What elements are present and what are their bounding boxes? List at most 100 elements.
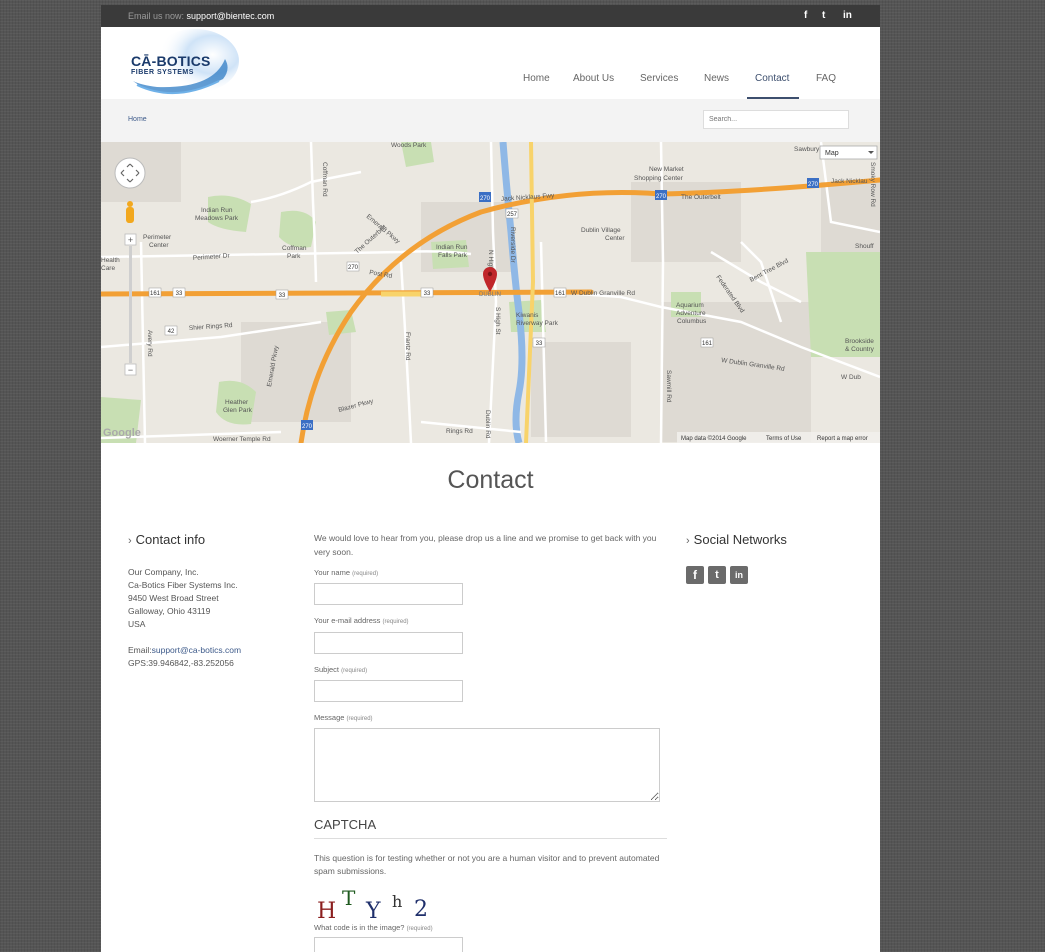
company-name: Ca-Botics Fiber Systems Inc. — [128, 580, 238, 590]
map-label: Rings Rd — [446, 428, 473, 435]
captcha-char: h — [392, 892, 402, 911]
twitter-icon[interactable]: t — [708, 566, 726, 584]
nav-services[interactable]: Services — [640, 73, 678, 84]
captcha-char: T — [342, 887, 356, 910]
email-line: Email:support@ca-botics.com — [128, 644, 241, 657]
map-label: Shouff — [855, 243, 874, 250]
map-shield-161b: 161 — [555, 291, 566, 297]
map-label: New Market — [649, 166, 684, 173]
required-marker: (required) — [341, 668, 368, 674]
required-marker: (required) — [352, 571, 379, 577]
map-label: Falls Park — [438, 252, 468, 259]
message-label: Message (required) — [314, 713, 373, 722]
map-label: Riverway Park — [516, 320, 559, 327]
address-city: Galloway, Ohio 43119 — [128, 606, 211, 616]
email-link[interactable]: support@bientec.com — [187, 11, 275, 21]
map-label: Meadows Park — [195, 215, 239, 222]
map-shield-161c: 161 — [702, 341, 713, 347]
linkedin-icon[interactable]: in — [843, 10, 852, 21]
company-line: Our Company, Inc. — [128, 567, 199, 577]
subject-field[interactable] — [314, 680, 463, 702]
map-label: Shopping Center — [634, 175, 684, 182]
breadcrumb-home[interactable]: Home — [128, 116, 147, 123]
map-label: Brookside — [845, 338, 874, 345]
linkedin-icon[interactable]: in — [730, 566, 748, 584]
captcha-label: What code is in the image? (required) — [314, 923, 433, 932]
nav-contact[interactable]: Contact — [755, 73, 789, 84]
map-label: Woerner Temple Rd — [213, 436, 271, 443]
topbar-email: Email us now: support@bientec.com — [128, 11, 274, 21]
nav-news[interactable]: News — [704, 73, 729, 84]
contact-info-heading: › Contact info — [128, 532, 205, 547]
map-attribution: Map data ©2014 Google — [681, 435, 747, 442]
map-label: The Outerbelt — [681, 194, 721, 201]
top-bar: Email us now: support@bientec.com f t in — [101, 5, 880, 27]
nav-home[interactable]: Home — [523, 73, 550, 84]
captcha-char: 2 — [414, 897, 428, 921]
map-label: Adventure — [676, 310, 706, 317]
map-label: Aquarium — [676, 302, 704, 309]
map-label: S High St — [494, 307, 501, 335]
map-shield-270e: 270 — [302, 424, 313, 430]
name-field[interactable] — [314, 583, 463, 605]
map-shield-42: 42 — [168, 329, 175, 335]
map-label: Glen Park — [223, 407, 253, 414]
street-view-pegman-icon[interactable] — [126, 201, 134, 223]
facebook-icon[interactable]: f — [804, 10, 807, 21]
search-input[interactable] — [703, 110, 849, 129]
map-shield-33b: 33 — [279, 293, 286, 299]
map-report-link[interactable]: Report a map error — [817, 436, 868, 442]
map-shield-161a: 161 — [150, 291, 161, 297]
map-label: Woods Park — [391, 142, 427, 149]
captcha-image: H T Y h 2 — [317, 887, 428, 921]
map-terms-link[interactable]: Terms of Use — [766, 436, 802, 442]
map-label: Coffman Rd — [321, 162, 328, 197]
google-map[interactable]: 270 270 270 270 257 161 33 33 33 161 161… — [101, 142, 880, 443]
gps-line: GPS:39.946842,-83.252056 — [128, 658, 234, 668]
page-title: Contact — [447, 466, 534, 494]
breadcrumb-bar: Home — [101, 99, 880, 142]
map-label: Center — [149, 242, 169, 249]
captcha-description: This question is for testing whether or … — [314, 853, 660, 876]
map-label: Smoky Row Rd — [869, 162, 876, 207]
captcha-label-text: What code is in the image? — [314, 923, 405, 932]
nav-faq[interactable]: FAQ — [816, 73, 836, 84]
logo[interactable]: CĀ-BOTICS FIBER SYSTEMS — [127, 29, 239, 99]
map-shield-33a: 33 — [176, 291, 183, 297]
map-type-selector[interactable]: Map — [819, 145, 878, 160]
required-marker: (required) — [382, 619, 409, 625]
contact-email-link[interactable]: support@ca-botics.com — [152, 645, 241, 655]
chevron-right-icon: › — [128, 535, 132, 547]
map-shield-270c: 270 — [808, 182, 819, 188]
map-label: Care — [101, 265, 115, 272]
address-street: 9450 West Broad Street — [128, 593, 219, 603]
message-field[interactable] — [314, 728, 660, 802]
required-marker: (required) — [406, 926, 433, 932]
captcha-char: Y — [365, 899, 381, 921]
map-label: & Country — [845, 346, 875, 353]
map-shield-33d: 33 — [536, 341, 543, 347]
map-pan-control-icon[interactable] — [114, 157, 146, 189]
map-label: Sawmill Rd — [665, 370, 672, 403]
map-label: Jack Nicklau — [831, 178, 868, 185]
map-label: Avery Rd — [146, 330, 153, 357]
contact-info-heading-text: Contact info — [135, 532, 206, 547]
captcha-divider — [314, 838, 667, 839]
map-type-label: Map — [825, 150, 839, 157]
map-label: Center — [605, 235, 625, 242]
twitter-icon[interactable]: t — [822, 10, 825, 21]
map-label: Dublin Village — [581, 227, 621, 234]
contact-info-block: Our Company, Inc. Ca-Botics Fiber System… — [128, 566, 241, 670]
email-label: Email: — [128, 645, 152, 655]
name-label-text: Your name — [314, 568, 350, 577]
email-field[interactable] — [314, 632, 463, 654]
map-label: Coffman — [282, 245, 307, 252]
nav-about-us[interactable]: About Us — [573, 73, 614, 84]
map-label: Sawbury — [794, 146, 820, 153]
map-label: Heather — [225, 399, 249, 406]
address-country: USA — [128, 619, 146, 629]
captcha-field[interactable] — [314, 937, 463, 952]
facebook-icon[interactable]: f — [686, 566, 704, 584]
email-label: Your e-mail address (required) — [314, 616, 409, 625]
social-networks-heading: › Social Networks — [686, 532, 787, 547]
